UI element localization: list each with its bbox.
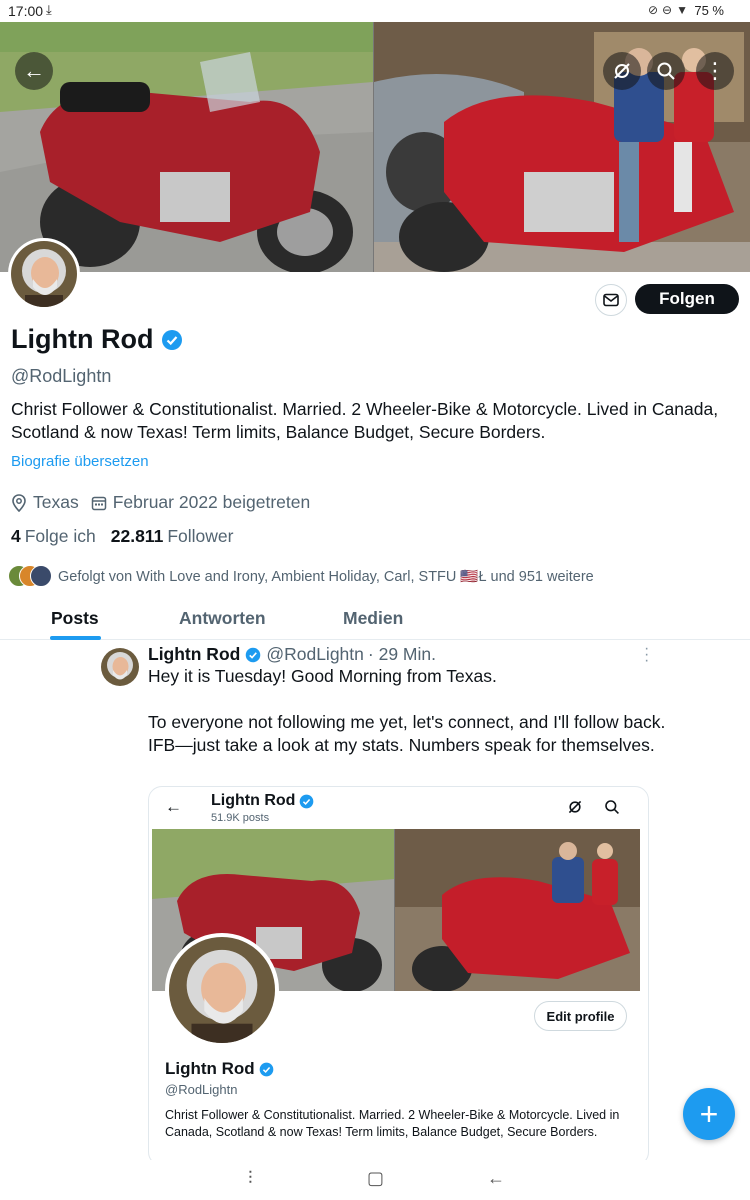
recent-apps-button[interactable]: ⫶: [248, 1168, 253, 1189]
profile-tabs: Posts Antworten Medien: [0, 600, 750, 640]
translate-bio-link[interactable]: Biografie übersetzen: [11, 453, 149, 470]
followed-by-text: Gefolgt von With Love and Irony, Ambient…: [58, 568, 594, 585]
profile-display-name: Lightn Rod: [11, 324, 154, 354]
plus-icon: +: [699, 1095, 719, 1132]
embed-avatar: [165, 933, 279, 1047]
compose-post-button[interactable]: +: [683, 1088, 735, 1140]
following-label: Folge ich: [24, 526, 96, 546]
no-spaces-icon: [614, 63, 630, 79]
verified-badge-icon: [300, 794, 314, 808]
following-count: 4: [11, 526, 21, 546]
no-spaces-icon: [568, 800, 582, 814]
followers-count: 22.811: [110, 526, 164, 546]
back-button[interactable]: ←: [15, 52, 53, 90]
more-vertical-icon: ⋮: [704, 58, 726, 83]
following-link[interactable]: 4 Folge ich: [11, 526, 96, 547]
profile-bio: Christ Follower & Constitutionalist. Mar…: [11, 399, 719, 442]
profile-handle: @RodLightn: [11, 366, 112, 386]
status-bar: 17:00 ⤓ ⊘⊖▼ 75 %: [0, 0, 750, 22]
spaces-button[interactable]: [603, 52, 641, 90]
followers-label: Follower: [167, 526, 234, 546]
embed-handle: @RodLightn: [165, 1082, 238, 1097]
nav-back-button[interactable]: ←: [487, 1168, 505, 1189]
followed-by-row[interactable]: Gefolgt von With Love and Irony, Ambient…: [8, 565, 594, 587]
post-image[interactable]: ← Lightn Rod 51.9K posts Edit profile Li…: [148, 786, 649, 1166]
tab-posts[interactable]: Posts: [51, 608, 99, 629]
banner-photo-motorcycle: [0, 22, 373, 272]
profile-joined-date: Februar 2022 beigetreten: [112, 492, 311, 512]
post-author-handle[interactable]: @RodLightn: [266, 644, 364, 665]
home-button[interactable]: ▢: [367, 1168, 384, 1189]
battery-level: 75 %: [694, 3, 724, 18]
system-nav-bar: ⫶ ▢ ←: [0, 1160, 750, 1200]
calendar-icon: [91, 495, 107, 511]
profile-name-row: Lightn Rod: [11, 324, 183, 355]
embed-profile-name: Lightn Rod: [165, 1059, 255, 1078]
embed-header: Lightn Rod: [211, 792, 314, 810]
post-text: Hey it is Tuesday! Good Morning from Tex…: [148, 666, 666, 755]
arrow-left-icon: ←: [23, 58, 45, 83]
verified-badge-icon: [259, 1062, 274, 1076]
post-timestamp[interactable]: · 29 Min.: [368, 644, 436, 665]
embed-display-name: Lightn Rod: [211, 792, 296, 809]
verified-badge-icon: [246, 647, 261, 662]
followed-by-avatars: [8, 565, 54, 587]
embed-edit-profile-button: Edit profile: [534, 1001, 627, 1031]
embed-posts-count: 51.9K posts: [211, 812, 270, 824]
avatar: [30, 565, 52, 587]
followers-link[interactable]: 22.811 Follower: [111, 526, 234, 547]
search-icon: [657, 62, 675, 80]
download-icon: ⤓: [46, 2, 52, 17]
embed-bio: Christ Follower & Constitutionalist. Mar…: [165, 1108, 620, 1139]
location-pin-icon: [11, 493, 27, 512]
profile-meta: Texas Februar 2022 beigetreten: [11, 492, 310, 513]
post-author-name[interactable]: Lightn Rod: [148, 644, 240, 665]
verified-badge-icon: [162, 329, 183, 350]
profile-banner[interactable]: ← ⋮: [0, 22, 750, 272]
profile-stats: 4 Folge ich 22.811 Follower: [11, 526, 233, 547]
embed-name-row: Lightn Rod: [165, 1059, 274, 1079]
profile-location: Texas: [33, 492, 79, 512]
active-tab-indicator: [50, 636, 101, 640]
post-more-button[interactable]: · · ·: [644, 641, 649, 669]
status-time: 17:00: [8, 3, 44, 19]
message-button[interactable]: [595, 284, 627, 316]
tab-media[interactable]: Medien: [343, 608, 403, 629]
profile-avatar[interactable]: [8, 238, 80, 310]
post-author-avatar[interactable]: [101, 648, 139, 686]
post-header: Lightn Rod @RodLightn · 29 Min.: [148, 644, 436, 665]
tab-replies[interactable]: Antworten: [179, 608, 266, 629]
status-icons: ⊘⊖▼: [648, 3, 692, 17]
search-icon: [605, 800, 619, 814]
more-options-button[interactable]: ⋮: [696, 52, 734, 90]
follow-button[interactable]: Folgen: [635, 284, 739, 314]
banner-photo-riders: [374, 22, 750, 272]
arrow-left-icon: ←: [165, 797, 182, 816]
mail-icon: [603, 293, 619, 307]
search-button[interactable]: [647, 52, 685, 90]
